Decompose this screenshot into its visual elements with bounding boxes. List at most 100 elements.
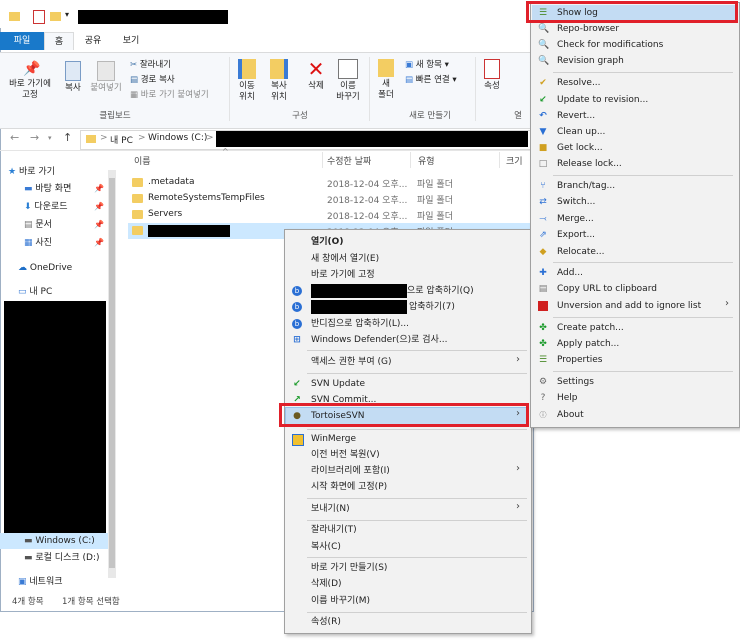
crumb-this-pc[interactable]: 내 PC — [110, 133, 133, 146]
col-modified[interactable]: 수정한 날짜 — [327, 154, 371, 167]
menu-zip-archive[interactable]: b 으로 압축하기(Q) — [285, 283, 531, 299]
new-item-button[interactable]: ▣ 새 항목 ▾ — [405, 59, 449, 71]
svn-resolve[interactable]: ✔ Resolve... — [531, 75, 737, 91]
tab-view[interactable]: 보기 — [116, 32, 146, 50]
file-row[interactable]: Servers 2018-12-04 오후... 파일 폴더 — [128, 207, 534, 223]
back-icon[interactable]: ← — [10, 131, 19, 144]
col-type[interactable]: 유형 — [418, 154, 435, 167]
menu-properties-label: 속성(R) — [311, 617, 341, 627]
nav-quick-access[interactable]: ★ 바로 가기 — [8, 165, 55, 179]
customize-quick-access-icon[interactable]: ▾ — [65, 10, 69, 19]
copy-path-button[interactable]: ▤ 경로 복사 — [130, 74, 175, 86]
menu-properties[interactable]: 속성(R) — [285, 614, 531, 630]
menu-restore-versions[interactable]: 이전 버전 복원(V) — [285, 447, 531, 463]
svn-properties-label: Properties — [557, 355, 603, 365]
menu-winmerge[interactable]: WinMerge — [285, 431, 531, 447]
file-type: 파일 폴더 — [417, 196, 453, 206]
menu-create-shortcut-label: 바로 가기 만들기(S) — [311, 563, 388, 573]
copy-button[interactable]: 복사 — [60, 61, 86, 94]
svn-unversion-ignore[interactable]: Unversion and add to ignore list — [531, 298, 737, 314]
svn-help[interactable]: ? Help — [531, 390, 737, 406]
menu-rename[interactable]: 이름 바꾸기(M) — [285, 593, 531, 609]
nav-local-d[interactable]: ▬ 로컬 디스크 (D:) — [24, 551, 100, 565]
svn-settings[interactable]: ⚙ Settings — [531, 374, 737, 390]
nav-downloads[interactable]: ⬇ 다운로드 — [24, 200, 68, 214]
menu-copy[interactable]: 복사(C) — [285, 539, 531, 555]
menu-delete[interactable]: 삭제(D) — [285, 576, 531, 592]
svn-get-lock[interactable]: ■ Get lock... — [531, 140, 737, 156]
pin-icon[interactable]: 📌 — [94, 202, 104, 211]
pin-icon[interactable]: 📌 — [94, 238, 104, 247]
svn-export[interactable]: ⇗ Export... — [531, 227, 737, 243]
new-folder-button[interactable]: 새 폴더 — [372, 59, 400, 101]
tab-home[interactable]: 홈 — [44, 32, 74, 50]
merge-icon: ⤙ — [539, 214, 547, 224]
nav-desktop[interactable]: ▬ 바탕 화면 — [24, 182, 71, 196]
nav-this-pc[interactable]: ▭ 내 PC — [18, 285, 52, 299]
svn-relocate[interactable]: ◆ Relocate... — [531, 244, 737, 260]
svn-about[interactable]: ⓘ About — [531, 407, 737, 423]
easy-access-button[interactable]: ▤ 빠른 연결 ▾ — [405, 74, 457, 86]
svn-revert[interactable]: ↶ Revert... — [531, 108, 737, 124]
up-icon[interactable]: ↑ — [63, 131, 72, 144]
nav-windows-c-row: ▬ Windows (C:) — [24, 534, 95, 548]
menu-pin-start[interactable]: 시작 화면에 고정(P) — [285, 479, 531, 495]
nav-onedrive[interactable]: ☁ OneDrive — [18, 261, 72, 275]
svn-create-patch[interactable]: ✤ Create patch... — [531, 320, 737, 336]
svn-merge[interactable]: ⤙ Merge... — [531, 211, 737, 227]
tab-file[interactable]: 파일 — [0, 32, 44, 50]
svn-revision-graph[interactable]: 🔍 Revision graph — [531, 53, 737, 69]
menu-zip-7[interactable]: b 압축하기(7) — [285, 299, 531, 315]
cut-button[interactable]: ✂ 잘라내기 — [130, 59, 171, 71]
crumb-windows-c[interactable]: Windows (C:) — [148, 133, 207, 143]
tab-share[interactable]: 공유 — [78, 32, 108, 50]
copy-to-button[interactable]: 복사 위치 — [264, 59, 294, 103]
svn-update-revision[interactable]: ↙ Update to revision... — [531, 92, 737, 108]
svn-properties[interactable]: ☰ Properties — [531, 352, 737, 368]
file-row[interactable]: .metadata 2018-12-04 오후... 파일 폴더 — [128, 175, 534, 191]
col-size[interactable]: 크기 — [506, 154, 523, 167]
pin-icon[interactable]: 📌 — [94, 184, 104, 193]
menu-give-access[interactable]: 액세스 권한 부여 (G) — [285, 354, 531, 370]
menu-cut[interactable]: 잘라내기(T) — [285, 522, 531, 538]
svn-add[interactable]: ✚ Add... — [531, 265, 737, 281]
menu-create-shortcut[interactable]: 바로 가기 만들기(S) — [285, 560, 531, 576]
menu-svn-update[interactable]: ↙ SVN Update — [285, 376, 531, 392]
svn-copy-url[interactable]: ▤ Copy URL to clipboard — [531, 281, 737, 297]
paste-button[interactable]: 붙여넣기 — [88, 61, 124, 94]
menu-include-library[interactable]: 라이브러리에 포함(I) — [285, 463, 531, 479]
menu-pin-quick-access[interactable]: 바로 가기에 고정 — [285, 267, 531, 283]
svn-release-lock[interactable]: □ Release lock... — [531, 156, 737, 172]
svn-apply-patch[interactable]: ✤ Apply patch... — [531, 336, 737, 352]
nav-pictures[interactable]: ▦ 사진 — [24, 236, 52, 250]
nav-scrollbar-thumb[interactable] — [109, 178, 115, 568]
forward-icon[interactable]: → — [30, 131, 39, 144]
new-folder-quick-icon[interactable] — [50, 12, 61, 21]
recent-locations-icon[interactable]: ▾ — [48, 134, 52, 142]
svn-branch-tag[interactable]: ⑂ Branch/tag... — [531, 178, 737, 194]
move-to-button[interactable]: 이동 위치 — [232, 59, 262, 103]
col-name[interactable]: 이름 — [134, 154, 151, 167]
svn-switch[interactable]: ⇄ Switch... — [531, 194, 737, 210]
menu-open[interactable]: 열기(O) — [285, 234, 531, 250]
properties-button[interactable]: 속성 — [478, 59, 506, 92]
rename-button[interactable]: 이름 바꾸기 — [332, 59, 364, 103]
svn-cleanup[interactable]: ▼ Clean up... — [531, 124, 737, 140]
svn-repo-browser[interactable]: 🔍 Repo-browser — [531, 21, 737, 37]
svn-check-mods[interactable]: 🔍 Check for modifications — [531, 37, 737, 53]
paste-shortcut-button[interactable]: ▦ 바로 가기 붙여넣기 — [130, 89, 209, 101]
delete-label: 삭제 — [308, 81, 324, 91]
nav-documents[interactable]: ▤ 문서 — [24, 218, 52, 232]
nav-network[interactable]: ▣ 네트워크 — [18, 575, 63, 589]
menu-separator — [307, 429, 527, 430]
pin-icon[interactable]: 📌 — [94, 220, 104, 229]
file-row[interactable]: RemoteSystemsTempFiles 2018-12-04 오후... … — [128, 191, 534, 207]
pin-button[interactable]: 📌 바로 가기에 고정 — [4, 61, 56, 101]
redacted-crumb — [216, 131, 528, 147]
menu-open-new-window[interactable]: 새 창에서 열기(E) — [285, 251, 531, 267]
menu-bandizip[interactable]: b 반디집으로 압축하기(L)... — [285, 316, 531, 332]
menu-defender[interactable]: ⊞ Windows Defender(으)로 검사... — [285, 332, 531, 348]
properties-quick-icon[interactable] — [33, 10, 45, 24]
menu-send-to[interactable]: 보내기(N) — [285, 501, 531, 517]
delete-button[interactable]: ✕ 삭제 — [302, 59, 330, 92]
